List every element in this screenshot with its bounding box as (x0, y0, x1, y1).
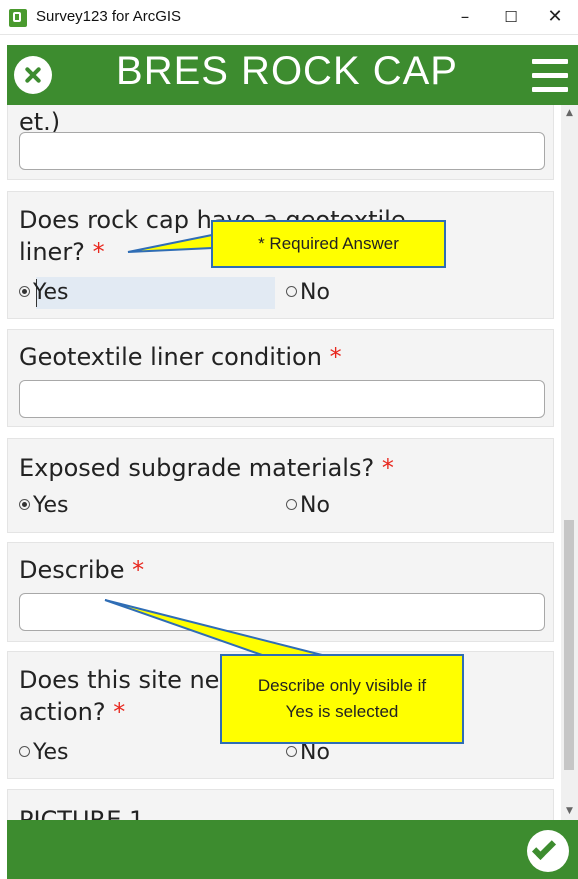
form-scrollbar[interactable]: ▲ ▼ (561, 105, 578, 820)
minimize-button[interactable]: – (442, 0, 488, 34)
survey123-app-icon (9, 9, 27, 27)
radio-unselected-icon (286, 499, 297, 510)
maximize-button[interactable]: ☐ (488, 0, 534, 34)
radio-selected-icon (19, 286, 30, 297)
required-marker: * (329, 343, 342, 371)
radio-no-subgrade[interactable]: No (286, 492, 330, 520)
radio-selected-icon (19, 499, 30, 510)
question-label-liner-condition: Geotextile liner condition * (19, 343, 342, 371)
question-card-exposed-subgrade: Exposed subgrade materials? * (7, 438, 554, 533)
describe-visibility-callout: Describe only visible if Yes is selected (220, 654, 464, 744)
window-close-button[interactable]: ✕ (532, 0, 578, 34)
question-card-describe: Describe * (7, 542, 554, 642)
close-survey-icon[interactable] (14, 56, 52, 94)
required-marker: * (381, 454, 394, 482)
question-card-partial: et.) (7, 105, 554, 180)
survey-footer (7, 820, 578, 879)
radio-yes-geotextile[interactable]: Yes (19, 279, 69, 307)
question-label-describe: Describe * (19, 556, 145, 584)
question-card-picture-1: PICTURE 1 (7, 789, 554, 820)
question-label-exposed-subgrade: Exposed subgrade materials? * (19, 454, 394, 482)
required-marker: * (132, 556, 145, 584)
liner-condition-input[interactable] (19, 380, 545, 418)
scroll-down-arrow-icon[interactable]: ▼ (561, 803, 578, 820)
radio-yes-subgrade[interactable]: Yes (19, 492, 69, 520)
radio-unselected-icon (19, 746, 30, 757)
radio-yes-focus-highlight (36, 277, 275, 309)
radio-yes-corrective[interactable]: Yes (19, 739, 69, 767)
scroll-up-arrow-icon[interactable]: ▲ (561, 105, 578, 122)
hamburger-menu-icon[interactable] (532, 59, 570, 93)
submit-checkmark-icon[interactable] (527, 830, 569, 872)
required-answer-callout: * Required Answer (211, 220, 446, 268)
window-titlebar: Survey123 for ArcGIS – ☐ ✕ (0, 0, 578, 35)
radio-unselected-icon (286, 746, 297, 757)
required-marker: * (113, 698, 126, 726)
radio-no-geotextile[interactable]: No (286, 279, 330, 307)
question-card-liner-condition: Geotextile liner condition * (7, 329, 554, 427)
question-label-picture-1: PICTURE 1 (19, 806, 145, 820)
required-marker: * (92, 238, 105, 266)
partial-text-input[interactable] (19, 132, 545, 170)
scroll-thumb[interactable] (564, 520, 574, 770)
survey-header: BRES ROCK CAP (7, 45, 578, 105)
survey-title: BRES ROCK CAP (116, 49, 458, 93)
radio-unselected-icon (286, 286, 297, 297)
window-title: Survey123 for ArcGIS (36, 8, 182, 25)
describe-input[interactable] (19, 593, 545, 631)
